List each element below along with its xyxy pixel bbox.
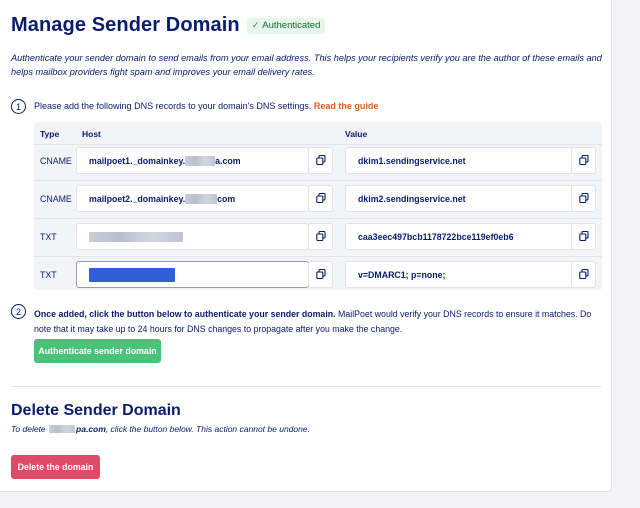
page-title: Manage Sender Domain	[11, 14, 240, 36]
check-icon: ✓	[251, 20, 260, 30]
page-header: Manage Sender Domain ✓ Authenticated	[11, 14, 326, 37]
copy-host-button[interactable]	[308, 223, 333, 250]
status-badge: ✓ Authenticated	[246, 17, 326, 34]
row-divider	[34, 144, 602, 145]
record-type: TXT	[40, 270, 57, 280]
row-divider	[34, 256, 602, 257]
copy-value-button[interactable]	[571, 223, 596, 250]
dns-records-table: Type Host Value CNAME mailpoet1._domaink…	[34, 122, 602, 290]
copy-host-button[interactable]	[308, 261, 333, 288]
read-guide-link[interactable]: Read the guide	[314, 101, 379, 111]
host-suffix: a.com	[215, 155, 241, 166]
copy-icon	[578, 152, 589, 170]
row-divider	[34, 218, 602, 219]
host-prefix: mailpoet2._domainkey.	[89, 193, 186, 204]
copy-value-button[interactable]	[571, 147, 596, 174]
redacted-text	[185, 193, 218, 204]
record-value: caa3eec497bcb1178722bce119ef0eb6	[358, 231, 514, 242]
copy-icon	[578, 190, 589, 208]
copy-value-button[interactable]	[571, 261, 596, 288]
host-suffix: com	[217, 193, 236, 204]
delete-domain-button[interactable]: Delete the domain	[11, 455, 100, 479]
column-header-type: Type	[40, 129, 60, 139]
delete-section-title: Delete Sender Domain	[11, 402, 181, 419]
redacted-text	[49, 425, 76, 433]
column-header-value: Value	[345, 129, 368, 139]
step-2-instructions: Once added, click the button below to au…	[34, 307, 602, 336]
host-field[interactable]	[76, 223, 309, 250]
copy-icon	[315, 266, 326, 284]
selected-text	[89, 267, 175, 282]
record-value: dkim2.sendingservice.net	[358, 193, 466, 204]
authenticate-sender-domain-button[interactable]: Authenticate sender domain	[34, 339, 161, 363]
column-header-host: Host	[82, 129, 101, 139]
record-value: v=DMARC1; p=none;	[358, 269, 446, 280]
redacted-text	[185, 155, 216, 166]
step-1-instructions: Please add the following DNS records to …	[34, 101, 378, 111]
delete-domain: pa.com	[76, 424, 106, 434]
host-field[interactable]	[76, 261, 309, 288]
value-field[interactable]: dkim1.sendingservice.net	[345, 147, 575, 174]
record-value: dkim1.sendingservice.net	[358, 155, 466, 166]
copy-icon	[578, 228, 589, 246]
copy-icon	[315, 190, 326, 208]
section-divider	[11, 386, 601, 387]
value-field[interactable]: dkim2.sendingservice.net	[345, 185, 575, 212]
host-field[interactable]: mailpoet2._domainkey. com	[76, 185, 309, 212]
intro-text: Authenticate your sender domain to send …	[11, 53, 602, 77]
copy-value-button[interactable]	[571, 185, 596, 212]
redacted-text	[89, 231, 183, 242]
host-field[interactable]: mailpoet1._domainkey. a.com	[76, 147, 309, 174]
copy-icon	[315, 152, 326, 170]
copy-host-button[interactable]	[308, 147, 333, 174]
step-2-number: 2	[11, 304, 26, 319]
row-divider	[34, 180, 602, 181]
host-prefix: mailpoet1._domainkey.	[89, 155, 186, 166]
copy-icon	[578, 266, 589, 284]
delete-description: To delete pa.com, click the button below…	[11, 424, 310, 434]
copy-icon	[315, 228, 326, 246]
step-1-text: Please add the following DNS records to …	[34, 101, 312, 111]
copy-host-button[interactable]	[308, 185, 333, 212]
sender-domain-card: Manage Sender Domain ✓ Authenticated Aut…	[0, 0, 612, 492]
record-type: CNAME	[40, 156, 72, 166]
value-field[interactable]: v=DMARC1; p=none;	[345, 261, 575, 288]
delete-text-after: , click the button below. This action ca…	[105, 424, 310, 434]
delete-text-before: To delete	[11, 424, 46, 434]
record-type: TXT	[40, 232, 57, 242]
status-badge-label: Authenticated	[262, 20, 321, 31]
step-1-number: 1	[11, 99, 26, 114]
step-2-bold-text: Once added, click the button below to au…	[34, 309, 336, 319]
record-type: CNAME	[40, 194, 72, 204]
value-field[interactable]: caa3eec497bcb1178722bce119ef0eb6	[345, 223, 575, 250]
